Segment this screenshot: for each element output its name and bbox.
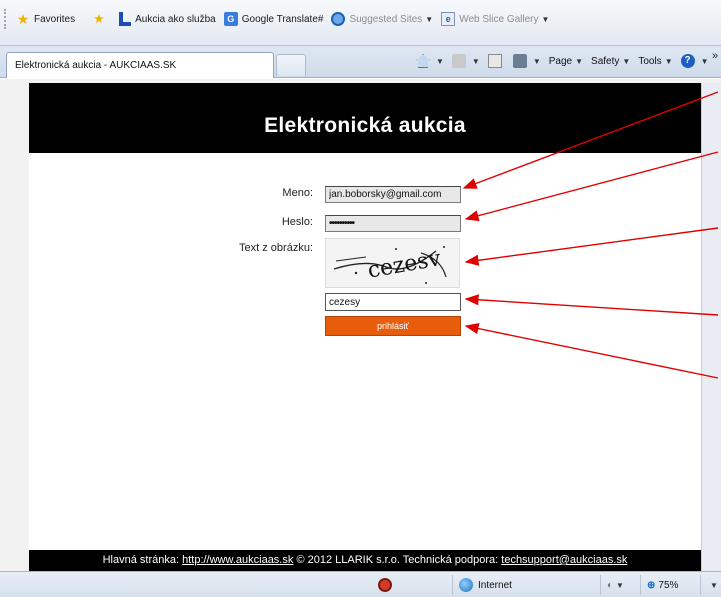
print-button[interactable]: ▼ [512,54,541,68]
feed-icon [451,54,466,68]
footer-home-label: Hlavná stránka: [102,554,180,566]
chevron-down-icon: ▼ [664,56,673,66]
tools-menu-label: Tools [638,55,662,67]
star-icon: ★ [16,11,30,27]
zoom-value: 75% [658,579,679,591]
tab-active[interactable]: Elektronická aukcia - AUKCIAAS.SK [6,52,274,78]
help-menu[interactable]: ? ▼ [680,54,709,68]
login-button[interactable]: prihlásiť [325,316,461,336]
read-mail-button[interactable] [487,54,505,68]
safety-menu[interactable]: Safety ▼ [591,56,630,67]
tools-menu[interactable]: Tools ▼ [638,56,672,67]
printer-icon [512,54,527,68]
heslo-label: Heslo: [281,216,313,228]
chevron-down-icon: ▼ [532,56,541,66]
translate-icon: G [223,12,238,26]
more-commands-button[interactable]: » [712,50,718,62]
security-zone[interactable]: Internet [452,575,592,595]
chevron-down-icon: ▼ [575,56,584,66]
chevron-down-icon: ▼ [616,580,624,590]
fav-link-label: Aukcia ako služba [135,13,216,25]
fav-link-suggested-sites[interactable]: Suggested Sites ▼ [331,12,433,26]
tab-title: Elektronická aukcia - AUKCIAAS.SK [15,60,177,71]
zoom-menu-button[interactable]: ▼ [700,575,721,595]
chevron-down-icon: ▼ [710,580,718,590]
fav-link-label: Web Slice Gallery [459,13,539,25]
chevron-down-icon: ▼ [700,56,709,66]
toolbar-grip[interactable] [4,9,10,29]
home-icon [416,54,430,68]
footer-support-link[interactable]: techsupport@aukciaas.sk [501,554,627,566]
home-button[interactable]: ▼ [416,54,444,68]
chevron-down-icon: ▼ [471,56,480,66]
page-footer: Hlavná stránka: http://www.aukciaas.sk ©… [29,550,701,571]
protected-mode-icon [378,578,392,592]
favorites-label: Favorites [34,13,76,25]
captcha-image: cezesv [325,238,460,288]
chevron-down-icon: ▼ [541,14,550,24]
zone-label: Internet [478,579,512,591]
compatibility-button[interactable]: ◐ ▼ [600,575,640,595]
footer-support-label: Technická podpora: [402,554,499,566]
protected-mode-indicator[interactable] [372,575,422,595]
captcha-graphic: cezesv [333,246,447,284]
compat-icon: ◐ [607,579,614,591]
footer-home-link[interactable]: http://www.aukciaas.sk [182,554,293,566]
ie-icon [331,12,346,26]
meno-label: Meno: [282,187,313,199]
safety-menu-label: Safety [591,55,620,67]
zoom-control[interactable]: ⊕ 75% [640,575,698,595]
feeds-button[interactable]: ▼ [451,54,480,68]
status-bar: Internet ◐ ▼ ⊕ 75% ▼ [0,571,721,597]
command-bar: ▼ ▼ ▼ Page ▼ Safety ▼ Tools ▼ ? ▼ [416,48,717,74]
captcha-input[interactable] [325,293,461,311]
fav-link-web-slice-gallery[interactable]: e Web Slice Gallery ▼ [441,12,549,26]
captcha-text: cezesv [366,246,443,284]
page-menu[interactable]: Page ▼ [549,56,583,67]
zoom-icon: ⊕ [647,579,656,591]
footer-copyright: © 2012 LLARIK s.r.o. [296,554,400,566]
password-field[interactable] [325,215,461,232]
web-page: Elektronická aukcia Meno: Heslo: Text z … [29,83,701,571]
globe-icon [459,578,473,592]
page-menu-label: Page [548,55,573,67]
meno-field[interactable] [325,186,461,203]
favorites-button[interactable]: ★ Favorites [16,12,75,26]
fav-link-aukcia[interactable]: Aukcia ako služba [119,12,216,26]
fav-link-label: Google Translate# [241,13,324,25]
mail-icon [487,54,502,68]
captcha-label: Text z obrázku: [239,242,313,254]
fav-link-label: Suggested Sites [349,13,423,25]
fav-link-google-translate[interactable]: G Google Translate# [223,12,324,26]
chevron-down-icon: ▼ [622,56,631,66]
chevron-down-icon: ▼ [425,14,434,24]
vertical-scrollbar[interactable] [701,83,721,571]
add-to-favorites-bar-button[interactable]: ★ [93,12,111,26]
chevron-down-icon: ▼ [436,56,444,66]
browser-window: ★ Favorites ★ Aukcia ako služba G Google… [0,0,721,597]
help-icon: ? [680,54,695,68]
web-slice-icon: e [441,12,456,26]
add-favorite-icon: ★ [93,11,105,26]
page-title: Elektronická aukcia [29,83,701,153]
blue-l-icon [119,12,132,26]
favorites-bar: ★ Favorites ★ Aukcia ako služba G Google… [0,0,721,46]
new-tab-button[interactable] [276,54,306,76]
